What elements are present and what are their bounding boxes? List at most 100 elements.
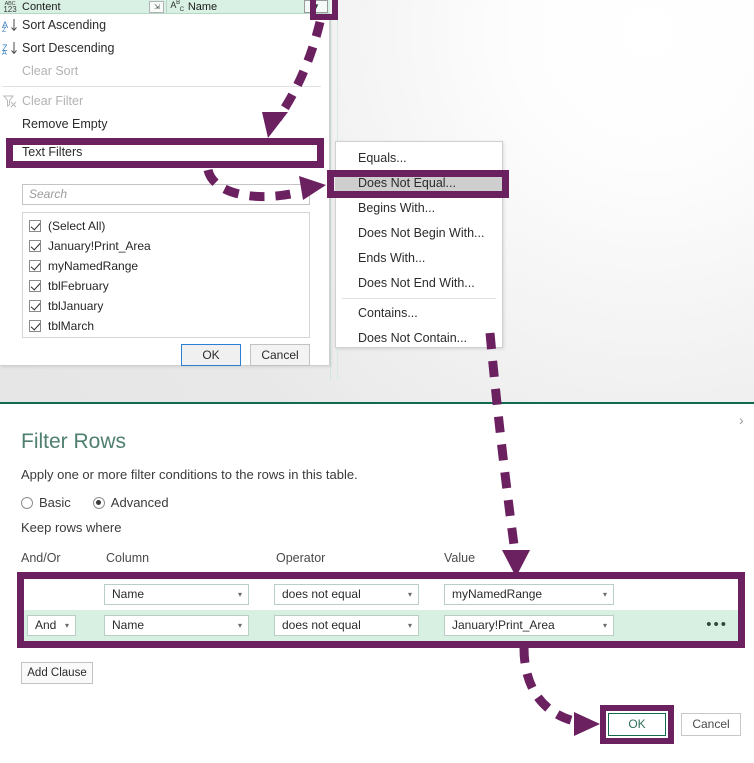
- submenu-item-equals[interactable]: Equals...: [336, 146, 502, 171]
- column-filter-menu: A Z Sort Ascending Z A Sort Descending C…: [0, 14, 330, 366]
- dialog-cancel-button[interactable]: Cancel: [681, 713, 741, 736]
- menu-divider: [2, 86, 321, 87]
- list-item[interactable]: tblMarch: [23, 316, 309, 336]
- checkbox-icon[interactable]: [29, 220, 41, 232]
- radio-advanced-label: Advanced: [110, 495, 169, 510]
- submenu-item-begins-with[interactable]: Begins With...: [336, 196, 502, 221]
- filter-menu-buttons: OK Cancel: [22, 344, 310, 368]
- page-title: Filter Rows: [21, 430, 127, 453]
- dialog-ok-button[interactable]: OK: [608, 713, 666, 736]
- column-header-column: Column: [106, 551, 150, 565]
- chevron-down-icon: ▾: [407, 621, 412, 630]
- sort-descending-icon: Z A: [2, 40, 18, 57]
- menu-item-label: Sort Descending: [22, 41, 115, 55]
- remove-empty-icon: [2, 116, 18, 132]
- filter-values-checklist[interactable]: (Select All) January!Print_Area myNamedR…: [22, 212, 310, 338]
- menu-item-label: Sort Ascending: [22, 18, 107, 32]
- column-header-content-label: Content: [22, 0, 61, 13]
- clause-2-column-dropdown[interactable]: Name ▾: [104, 615, 249, 636]
- submenu-item-does-not-equal[interactable]: Does Not Equal...: [336, 171, 502, 196]
- list-item-label: tblMarch: [48, 319, 95, 333]
- text-filters-label: Text Filters: [22, 145, 83, 159]
- submenu-item-does-not-end-with[interactable]: Does Not End With...: [336, 271, 502, 296]
- chevron-right-icon: ▸: [316, 148, 321, 157]
- column-header-row: ABC 123 Content ⇲ ABC Name ▼: [0, 0, 330, 14]
- column-header-name-label: Name: [187, 0, 218, 13]
- clause-2-operator-value: does not equal: [282, 618, 361, 632]
- menu-item-label: Clear Sort: [22, 64, 79, 78]
- table-row: And ▾ Name ▾ does not equal ▾ January!Pr…: [24, 610, 738, 641]
- chevron-right-icon[interactable]: ›: [739, 412, 744, 428]
- add-clause-button[interactable]: Add Clause: [21, 662, 93, 684]
- list-item-label: tblFebruary: [48, 279, 109, 293]
- abc-type-icon: ABC: [170, 0, 184, 13]
- text-filters-submenu: Equals... Does Not Equal... Begins With.…: [335, 141, 503, 348]
- filter-clauses-area: Name ▾ does not equal ▾ myNamedRange ▾ A…: [24, 579, 738, 641]
- list-item[interactable]: January!Print_Area: [23, 236, 309, 256]
- menu-item-clear-sort: Clear Sort: [0, 60, 329, 83]
- clause-2-operator-dropdown[interactable]: does not equal ▾: [274, 615, 419, 636]
- clause-2-value-text: January!Print_Area: [452, 618, 555, 632]
- clause-2-andor-dropdown[interactable]: And ▾: [27, 615, 76, 636]
- radio-advanced[interactable]: [92, 496, 105, 509]
- menu-item-sort-descending[interactable]: Z A Sort Descending: [0, 37, 329, 60]
- filter-menu-cancel-button[interactable]: Cancel: [250, 344, 310, 366]
- menu-item-label: Remove Empty: [22, 117, 108, 131]
- radio-basic[interactable]: [21, 496, 33, 509]
- clear-sort-icon: [2, 63, 18, 79]
- clause-1-value-dropdown[interactable]: myNamedRange ▾: [444, 584, 614, 605]
- column-header-and-or: And/Or: [21, 551, 61, 565]
- search-placeholder: Search: [29, 187, 68, 201]
- chevron-down-icon: ▾: [237, 621, 242, 630]
- list-item-label: myNamedRange: [48, 259, 139, 273]
- menu-item-remove-empty[interactable]: Remove Empty: [0, 113, 329, 136]
- type-icon-bottom: 123: [3, 4, 17, 14]
- submenu-item-does-not-begin-with[interactable]: Does Not Begin With...: [336, 221, 502, 246]
- clause-1-column-dropdown[interactable]: Name ▾: [104, 584, 249, 605]
- keep-rows-where-label: Keep rows where: [21, 520, 122, 535]
- checkbox-icon[interactable]: [29, 260, 41, 272]
- table-row: Name ▾ does not equal ▾ myNamedRange ▾: [24, 579, 738, 610]
- clause-2-andor-value: And: [35, 618, 57, 632]
- svg-text:Z: Z: [2, 27, 7, 33]
- chevron-down-icon[interactable]: ▼: [304, 0, 329, 13]
- submenu-item-does-not-contain[interactable]: Does Not Contain...: [336, 326, 502, 351]
- clause-1-value-text: myNamedRange: [452, 587, 543, 601]
- menu-item-text-filters[interactable]: Text Filters ▸: [0, 141, 329, 164]
- list-item[interactable]: tblJanuary: [23, 296, 309, 316]
- list-item-label: January!Print_Area: [48, 239, 151, 253]
- menu-item-label: Clear Filter: [22, 94, 84, 108]
- clause-1-operator-value: does not equal: [282, 587, 361, 601]
- clause-1-column-value: Name: [112, 587, 145, 601]
- row-options-ellipsis-button[interactable]: •••: [706, 616, 728, 634]
- search-input[interactable]: Search: [22, 184, 310, 205]
- list-item[interactable]: myNamedRange: [23, 256, 309, 276]
- list-item[interactable]: tblFebruary: [23, 276, 309, 296]
- submenu-divider: [342, 298, 496, 299]
- filter-menu-ok-button[interactable]: OK: [181, 344, 241, 366]
- column-header-name[interactable]: ABC Name: [170, 0, 217, 14]
- clear-filter-icon: [2, 93, 18, 109]
- chevron-down-icon: ▾: [237, 590, 242, 599]
- checkbox-icon[interactable]: [29, 320, 41, 332]
- menu-item-clear-filter: Clear Filter: [0, 90, 329, 113]
- checkbox-icon[interactable]: [29, 300, 41, 312]
- checkbox-icon[interactable]: [29, 280, 41, 292]
- submenu-item-ends-with[interactable]: Ends With...: [336, 246, 502, 271]
- menu-item-sort-ascending[interactable]: A Z Sort Ascending: [0, 14, 329, 37]
- checkbox-icon[interactable]: [29, 240, 41, 252]
- column-header-content[interactable]: ABC 123 Content: [0, 0, 61, 14]
- list-item[interactable]: (Select All): [23, 216, 309, 236]
- list-item-label: tblJanuary: [48, 299, 104, 313]
- clause-1-operator-dropdown[interactable]: does not equal ▾: [274, 584, 419, 605]
- chevron-down-icon: ▾: [407, 590, 412, 599]
- chevron-down-icon: ▾: [602, 621, 607, 630]
- column-header-operator: Operator: [276, 551, 326, 565]
- header-divider: [166, 0, 168, 13]
- expand-collapse-icon[interactable]: ⇲: [149, 0, 165, 13]
- mode-radio-group: Basic Advanced: [21, 495, 169, 510]
- submenu-item-contains[interactable]: Contains...: [336, 301, 502, 326]
- svg-text:A: A: [2, 50, 7, 56]
- clause-2-value-dropdown[interactable]: January!Print_Area ▾: [444, 615, 614, 636]
- list-item-label: (Select All): [48, 219, 106, 233]
